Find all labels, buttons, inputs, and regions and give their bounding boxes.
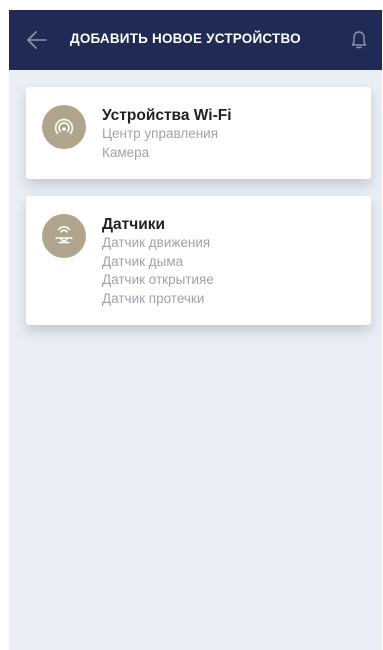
card-item: Камера <box>102 144 150 160</box>
card-item: Датчик протечки <box>102 290 205 306</box>
top-app-bar: ДОБАВИТЬ НОВОЕ УСТРОЙСТВО <box>9 10 382 70</box>
screen: ДОБАВИТЬ НОВОЕ УСТРОЙСТВО Устройства Wi-… <box>9 10 382 650</box>
sensor-icon <box>42 214 86 258</box>
category-card-sensors[interactable]: Датчики Датчик движения Датчик дыма Датч… <box>26 196 371 325</box>
back-button[interactable] <box>25 28 49 52</box>
category-card-wifi-devices[interactable]: Устройства Wi-Fi Центр управления Камера <box>26 87 371 179</box>
card-item: Датчик открытияе <box>102 272 214 287</box>
card-item: Датчик движения <box>102 235 211 250</box>
card-title: Устройства Wi-Fi <box>102 107 232 124</box>
page-title: ДОБАВИТЬ НОВОЕ УСТРОЙСТВО <box>70 31 301 46</box>
arrow-left-icon <box>27 31 47 49</box>
wifi-signal-icon <box>42 105 86 149</box>
notifications-button[interactable] <box>348 29 370 51</box>
bell-icon <box>351 31 367 49</box>
card-text: Датчики Датчик движения Датчик дыма Датч… <box>102 215 214 308</box>
card-item: Датчик дыма <box>102 253 184 269</box>
card-text: Устройства Wi-Fi Центр управления Камера <box>102 106 232 162</box>
card-title: Датчики <box>102 216 166 233</box>
card-item: Центр управления <box>102 126 219 141</box>
